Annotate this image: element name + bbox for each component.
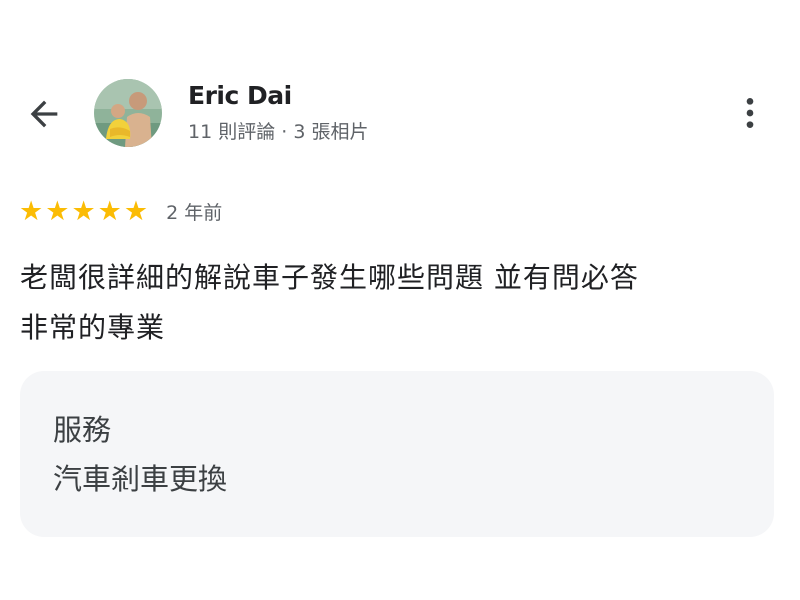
rating-row: ★ ★ ★ ★ ★ 2 年前 [19,196,222,226]
reviewer-name[interactable]: Eric Dai [188,81,292,110]
avatar-photo [94,79,162,147]
service-value: 汽車剎車更換 [53,462,228,496]
service-title: 服務 [53,413,112,447]
review-text: 老闆很詳細的解說車子發生哪些問題 並有問必答 非常的專業 [20,253,780,353]
star-icon: ★ [97,195,122,227]
star-icon: ★ [123,195,149,227]
review-text-line: 非常的專業 [20,311,166,344]
star-icon: ★ [19,195,44,227]
review-date: 2 年前 [166,201,223,224]
more-vert-icon [746,98,754,128]
more-options-button[interactable] [728,88,772,138]
arrow-back-icon [30,100,58,128]
review-text-line: 老闆很詳細的解說車子發生哪些問題 並有問必答 [20,261,639,294]
reviewer-meta: 11 則評論 · 3 張相片 [188,121,369,143]
service-card: 服務 汽車剎車更換 [20,371,774,537]
star-icon: ★ [45,195,70,227]
star-icon: ★ [71,195,96,227]
back-button[interactable] [18,88,70,140]
avatar[interactable] [94,79,162,147]
star-rating: ★ ★ ★ ★ ★ [19,198,148,225]
review-page: Eric Dai 11 則評論 · 3 張相片 ★ ★ ★ ★ ★ 2 年前 老… [0,0,800,600]
